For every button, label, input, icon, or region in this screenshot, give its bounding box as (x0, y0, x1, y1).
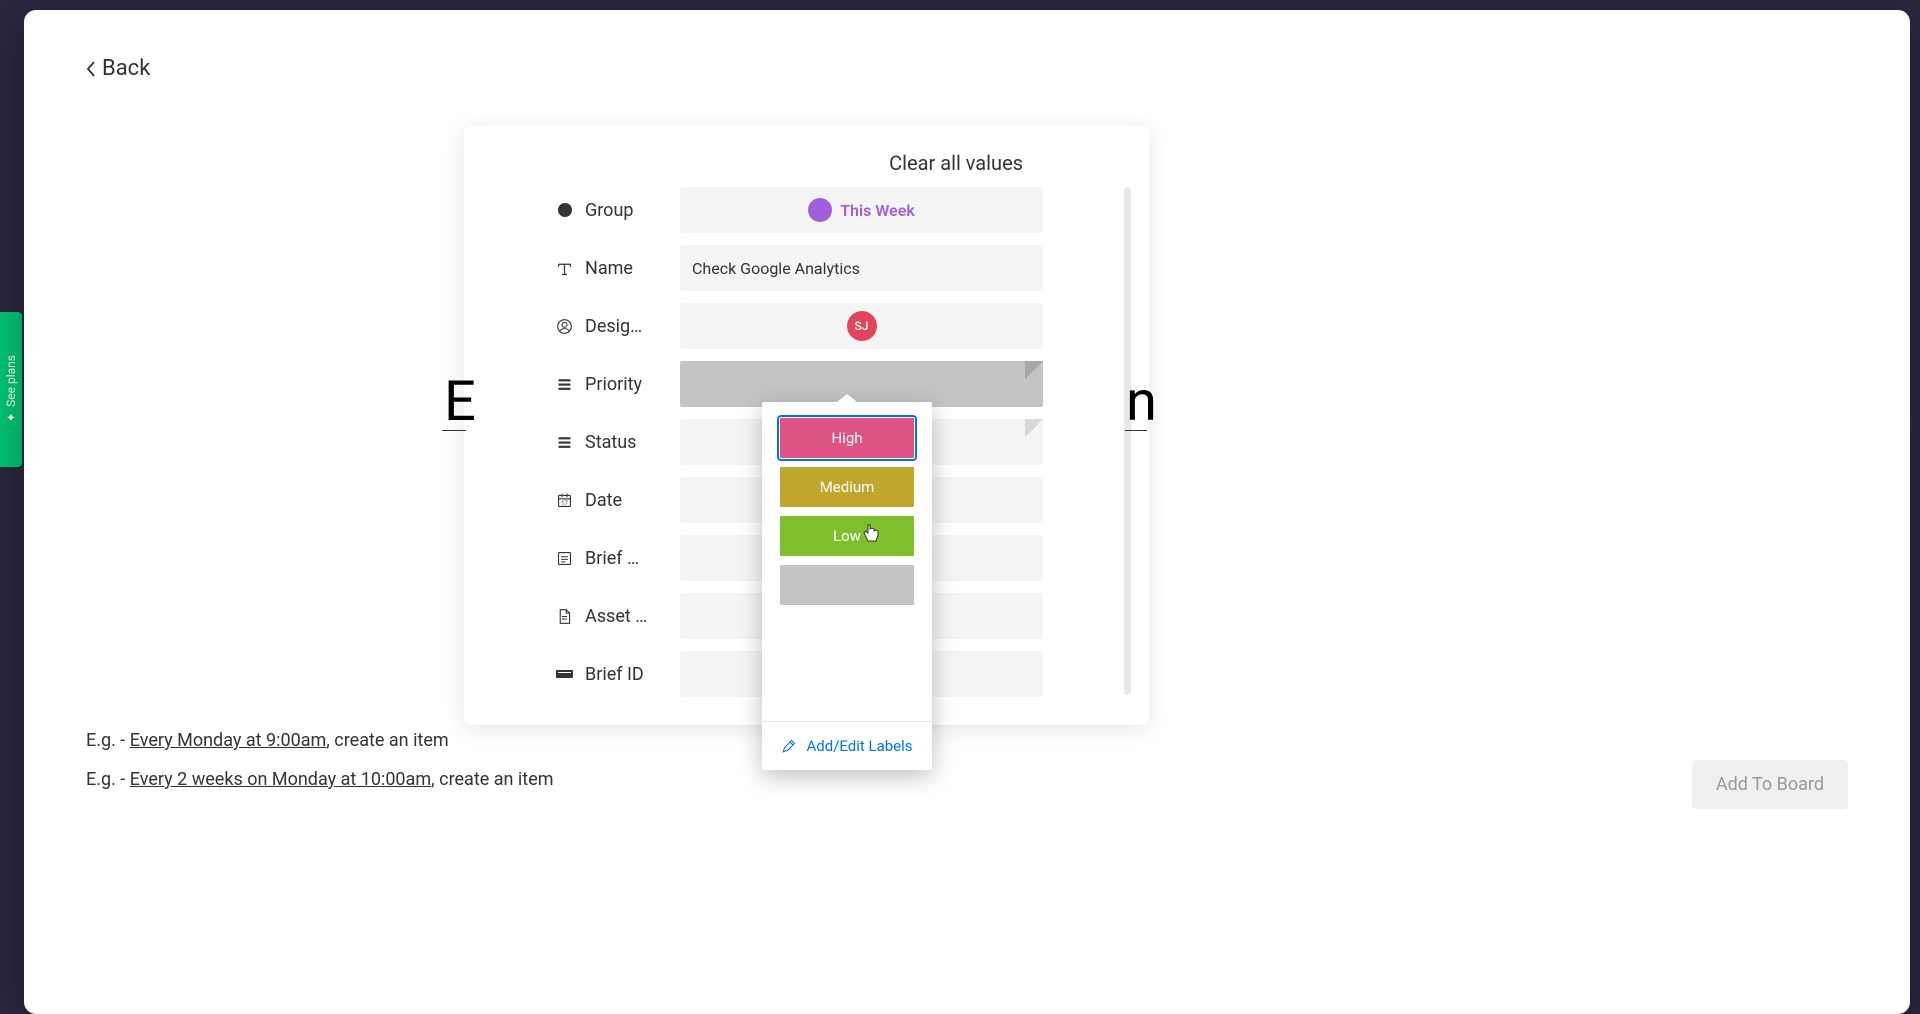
app-sidebar-sliver (0, 0, 22, 1014)
priority-option-low-label: Low (833, 527, 861, 545)
priority-option-none[interactable] (780, 565, 914, 605)
background-underline-right (1125, 430, 1147, 431)
designer-value[interactable]: SJ (680, 303, 1043, 349)
group-name: This Week (840, 201, 915, 220)
example-1-suffix: , create an item (326, 730, 448, 751)
field-label-designer: Desig… (585, 316, 642, 337)
field-label-name: Name (585, 258, 633, 279)
example-row-1: E.g. - Every Monday at 9:00am, create an… (86, 730, 554, 751)
see-plans-tab[interactable]: ✦ See plans (0, 312, 22, 467)
document-icon (556, 608, 573, 625)
dropdown-arrow (837, 394, 857, 402)
text-icon (556, 260, 573, 277)
calendar-icon: 17 (556, 492, 573, 509)
name-input[interactable]: Check Google Analytics (680, 245, 1043, 291)
field-row-group: Group This Week (556, 187, 1043, 233)
scrollbar[interactable] (1124, 187, 1131, 697)
id-icon (556, 666, 573, 683)
status-corner-fold (1025, 419, 1043, 437)
field-row-designer: Desig… SJ (556, 303, 1043, 349)
back-label: Back (102, 56, 150, 81)
file-icon (556, 550, 573, 567)
priority-option-high[interactable]: High (780, 418, 914, 458)
field-label-brief-id: Brief ID (585, 664, 644, 685)
dropdown-options: High Medium Low (762, 402, 932, 617)
group-value[interactable]: This Week (680, 187, 1043, 233)
priority-option-medium[interactable]: Medium (780, 467, 914, 507)
field-label-status: Status (585, 432, 636, 453)
examples-block: E.g. - Every Monday at 9:00am, create an… (86, 730, 554, 808)
background-sentence-left-fragment: E (444, 368, 476, 434)
field-label-priority: Priority (585, 374, 642, 395)
group-icon (556, 202, 573, 219)
example-2-prefix: E.g. - (86, 769, 130, 790)
priority-option-low[interactable]: Low (780, 516, 914, 556)
field-row-name: Name Check Google Analytics (556, 245, 1043, 291)
field-label-brief-file: Brief … (585, 548, 639, 569)
priority-option-high-label: High (831, 429, 862, 447)
group-color-dot (808, 198, 832, 222)
example-2-suffix: , create an item (431, 769, 553, 790)
priority-value[interactable] (680, 361, 1043, 407)
svg-text:17: 17 (561, 499, 568, 506)
see-plans-label: ✦ See plans (4, 355, 18, 424)
pencil-icon (781, 739, 796, 754)
priority-corner-fold (1025, 361, 1043, 379)
designer-avatar: SJ (847, 311, 877, 341)
background-underline-left (442, 430, 466, 431)
status-icon (556, 434, 573, 451)
chevron-left-icon (86, 60, 96, 78)
field-label-asset-file: Asset … (585, 606, 647, 627)
back-button[interactable]: Back (86, 56, 150, 81)
example-2-link[interactable]: Every 2 weeks on Monday at 10:00am (130, 769, 431, 790)
example-1-link[interactable]: Every Monday at 9:00am (130, 730, 327, 751)
person-icon (556, 318, 573, 335)
status-icon (556, 376, 573, 393)
example-row-2: E.g. - Every 2 weeks on Monday at 10:00a… (86, 769, 554, 790)
example-1-prefix: E.g. - (86, 730, 130, 751)
field-label-group: Group (585, 200, 633, 221)
add-edit-labels-label: Add/Edit Labels (806, 737, 912, 755)
field-row-priority: Priority (556, 361, 1043, 407)
priority-dropdown: High Medium Low Add/Edit Labels (762, 402, 932, 770)
name-value-text: Check Google Analytics (692, 259, 860, 278)
add-to-board-button[interactable]: Add To Board (1692, 760, 1848, 809)
scrollbar-thumb[interactable] (1124, 187, 1131, 695)
background-sentence-right-fragment: n (1126, 368, 1157, 434)
add-edit-labels-button[interactable]: Add/Edit Labels (762, 722, 932, 770)
automation-modal: Back E n Clear all values Group This Wee… (24, 10, 1910, 1014)
field-label-date: Date (585, 490, 622, 511)
priority-option-medium-label: Medium (820, 478, 875, 496)
clear-all-values-link[interactable]: Clear all values (464, 151, 1149, 175)
